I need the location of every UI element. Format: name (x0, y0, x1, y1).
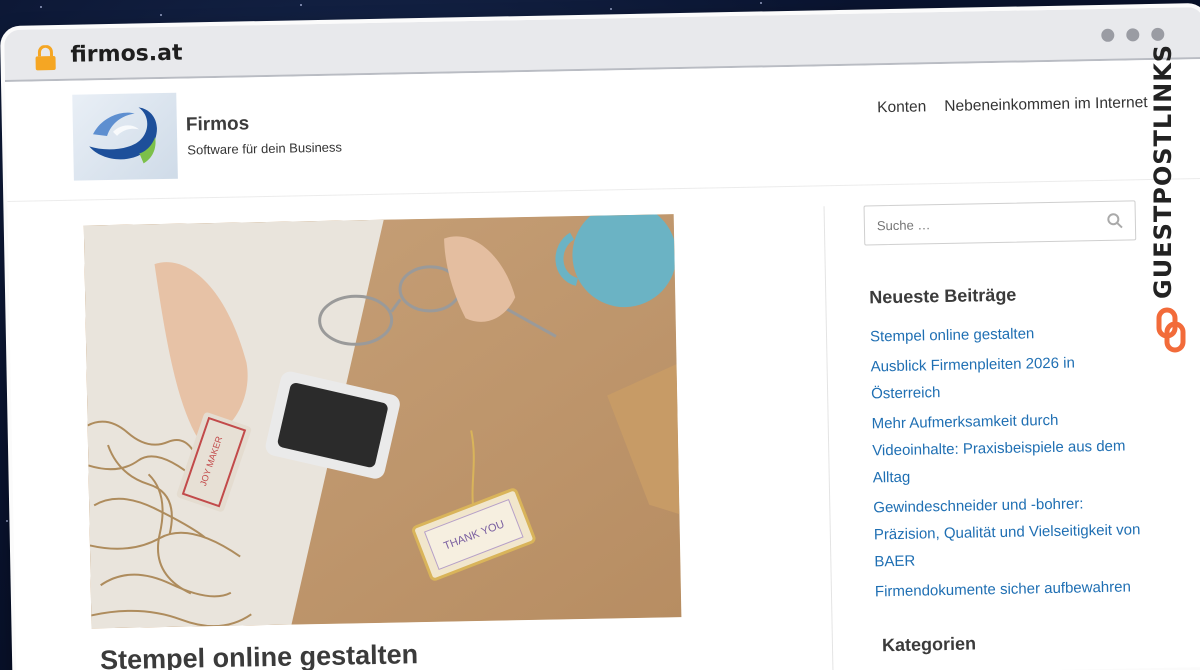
list-item: Firmendokumente sicher aufbewahren (875, 573, 1150, 605)
recent-post-link[interactable]: Stempel online gestalten (870, 325, 1035, 345)
list-item: Ausblick Firmenpleiten 2026 in Österreic… (870, 348, 1146, 407)
recent-post-link[interactable]: Mehr Aufmerksamkeit durch Videoinhalte: … (872, 412, 1126, 487)
site-logo[interactable] (72, 92, 178, 181)
site-tagline: Software für dein Business (187, 139, 343, 158)
window-dot-icon[interactable] (1126, 28, 1140, 42)
site-title[interactable]: Firmos (186, 113, 250, 136)
featured-photo: JOY MAKER THANK YOU (83, 214, 682, 629)
list-item: Gewindeschneider und -bohrer: Präzision,… (873, 489, 1150, 575)
watermark-text: GUESTPOSTLINKS (1149, 43, 1177, 299)
guestpostlinks-watermark: GUESTPOSTLINKS (1149, 43, 1192, 353)
window-controls (1101, 27, 1165, 42)
lock-icon (35, 44, 56, 71)
recent-post-link[interactable]: Ausblick Firmenpleiten 2026 in Österreic… (870, 355, 1075, 403)
sidebar-divider (823, 206, 834, 670)
post-title[interactable]: Stempel online gestalten (100, 639, 419, 670)
site-header: Firmos Software für dein Business Konten… (4, 58, 1200, 202)
swirl-logo-icon (89, 107, 157, 164)
chain-link-icon (1156, 307, 1186, 353)
url-text[interactable]: firmos.at (70, 41, 182, 68)
search-form (863, 200, 1137, 246)
browser-window: firmos.at Firmos Software für dein Busin… (4, 6, 1200, 670)
categories-heading: Kategorien (881, 633, 977, 656)
window-dot-icon[interactable] (1151, 27, 1165, 41)
main-navigation: Konten Nebeneinkommen im Internet (877, 94, 1148, 117)
list-item: Mehr Aufmerksamkeit durch Videoinhalte: … (871, 405, 1148, 491)
recent-posts-list: Stempel online gestalten Ausblick Firmen… (870, 318, 1150, 608)
search-input[interactable] (864, 202, 1096, 245)
nav-item-nebeneinkommen[interactable]: Nebeneinkommen im Internet (944, 94, 1148, 116)
window-dot-icon[interactable] (1101, 28, 1115, 42)
recent-post-link[interactable]: Gewindeschneider und -bohrer: Präzision,… (873, 495, 1140, 570)
recent-post-link[interactable]: Firmendokumente sicher aufbewahren (875, 578, 1131, 600)
recent-posts-heading: Neueste Beiträge (869, 284, 1017, 308)
nav-item-konten[interactable]: Konten (877, 98, 926, 117)
search-icon[interactable] (1107, 213, 1123, 229)
list-item: Stempel online gestalten (870, 318, 1145, 350)
featured-image[interactable]: JOY MAKER THANK YOU (83, 214, 682, 629)
web-page: Firmos Software für dein Business Konten… (4, 58, 1200, 670)
